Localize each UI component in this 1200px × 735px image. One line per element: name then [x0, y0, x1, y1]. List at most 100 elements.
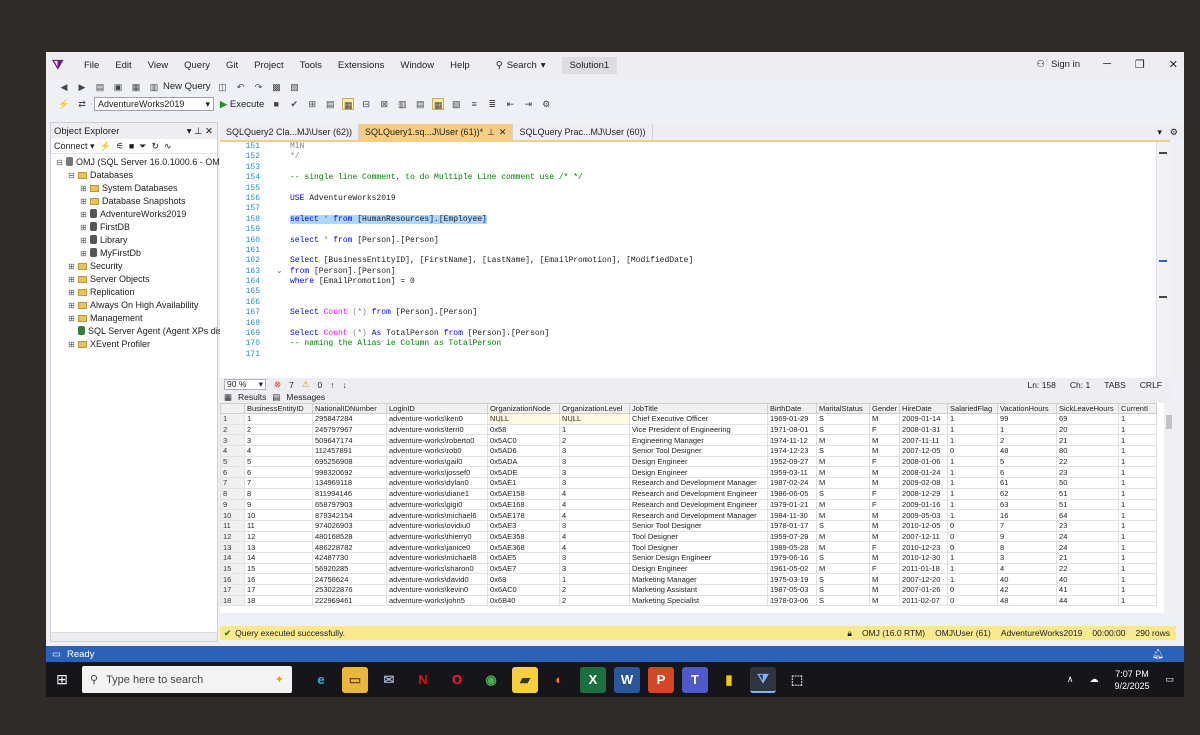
table-cell[interactable]: 0x5AE7 [487, 562, 560, 575]
table-cell[interactable]: 2008-12-29 [899, 487, 949, 500]
menu-item-edit[interactable]: Edit [107, 60, 139, 71]
table-cell[interactable]: M [816, 530, 870, 543]
table-row[interactable]: 5 5 695256908 adventure-works\gail0 0x5ADA 3 D… [220, 455, 1158, 468]
table-row[interactable]: 13 13 486228782 adventure-works\janice0 0x5A… [220, 541, 1158, 553]
table-cell[interactable]: 0x5AE178 [487, 509, 560, 521]
table-cell[interactable]: 3 [559, 466, 630, 479]
table-cell[interactable]: 4 [559, 487, 630, 500]
table-cell[interactable]: 99 [997, 413, 1058, 425]
table-cell[interactable]: 695256908 [312, 455, 387, 468]
table-cell[interactable]: 1 [244, 413, 313, 425]
table-cell[interactable]: 3 [559, 445, 630, 457]
table-cell[interactable]: 0x5AD6 [487, 445, 560, 457]
table-cell[interactable]: 7 [244, 477, 313, 489]
table-cell[interactable]: 2008-01-24 [899, 466, 949, 479]
connect-button[interactable]: Connect ▾ [54, 141, 95, 152]
table-cell[interactable]: 0 [947, 519, 999, 532]
clock[interactable]: 7:07 PM 9/2/2025 [1114, 668, 1149, 692]
table-cell[interactable]: 23 [1056, 466, 1120, 479]
table-cell[interactable]: 2008-01-31 [899, 423, 949, 436]
table-cell[interactable]: 1974-12-23 [767, 445, 817, 457]
change-connection-icon[interactable]: ⇄ [76, 98, 88, 110]
expand-icon[interactable]: ⊞ [79, 234, 88, 247]
tree-node[interactable]: ⊟ OMJ (SQL Server 16.0.1000.6 - OMJ\ [51, 156, 227, 169]
table-cell[interactable]: adventure-works\thierry0 [386, 530, 488, 543]
onedrive-icon[interactable]: ☁ [1089, 674, 1098, 685]
arrow-up-icon[interactable]: ↑ [330, 380, 334, 390]
tab-query-3[interactable]: SQLQuery Prac...MJ\User (60)) [513, 124, 653, 140]
search-box[interactable]: ⚲ Search ▾ [488, 60, 554, 71]
table-cell[interactable]: 10 [244, 509, 313, 521]
table-cell[interactable]: S [816, 487, 870, 500]
table-cell[interactable]: 0x68 [487, 573, 560, 585]
row-number[interactable]: 16 [220, 573, 245, 585]
table-cell[interactable]: 2010-12-05 [899, 519, 949, 532]
table-cell[interactable]: Design Engineer [629, 455, 768, 468]
row-number[interactable]: 17 [220, 584, 245, 596]
table-cell[interactable]: 1974-11-12 [767, 434, 817, 447]
power-bi-icon[interactable]: ▮ [716, 667, 742, 693]
code-line[interactable]: -- single line Comment, to do Multiple L… [290, 173, 1140, 183]
table-cell[interactable]: 0x5AE5 [487, 551, 560, 564]
table-cell[interactable]: 1 [1118, 434, 1158, 447]
code-line[interactable]: MIN [290, 142, 1140, 152]
table-cell[interactable]: NULL [559, 413, 630, 425]
table-cell[interactable]: 44 [1056, 594, 1120, 607]
powerpoint-icon[interactable]: P [648, 666, 674, 693]
table-cell[interactable]: 0 [947, 445, 999, 457]
code-line[interactable]: -- naming the Alias ie Column as TotalPe… [290, 339, 1140, 349]
expand-icon[interactable]: ⊞ [79, 182, 88, 195]
table-cell[interactable]: 1 [947, 466, 999, 479]
table-cell[interactable]: 1 [1118, 584, 1158, 596]
word-icon[interactable]: W [614, 666, 640, 693]
column-header[interactable]: CurrentI [1118, 403, 1158, 414]
code-line[interactable]: Select Count (*) from [Person].[Person] [290, 308, 1140, 318]
table-cell[interactable]: Research and Development Manager [629, 509, 768, 521]
code-line[interactable] [290, 184, 1140, 194]
table-cell[interactable]: 2008-01-06 [899, 455, 949, 468]
table-cell[interactable]: 2 [559, 434, 630, 447]
table-cell[interactable]: Engineering Manager [629, 434, 768, 447]
tree-node[interactable]: ⊞ Management [51, 312, 217, 325]
menu-item-help[interactable]: Help [442, 60, 478, 71]
table-cell[interactable]: 21 [1056, 551, 1120, 564]
table-cell[interactable]: M [816, 466, 870, 479]
collapse-icon[interactable]: ⊟ [67, 169, 76, 182]
close-tab-icon[interactable]: ✕ [499, 127, 507, 138]
table-cell[interactable]: adventure-works\david0 [386, 573, 488, 585]
tree-node[interactable]: ⊞ System Databases [51, 182, 217, 195]
table-row[interactable]: 16 16 24756624 adventure-works\david0 0x68 1 M… [220, 573, 1158, 585]
pin-icon[interactable]: ▾ ⊥ [187, 126, 203, 137]
restore-button[interactable]: ❐ [1135, 58, 1145, 71]
table-cell[interactable]: M [868, 466, 901, 479]
tree-node[interactable]: ⊞ Library [51, 234, 217, 247]
code-line[interactable]: USE AdventureWorks2019 [290, 194, 1140, 204]
table-cell[interactable]: 1 [947, 455, 999, 468]
row-number[interactable]: 8 [220, 487, 245, 500]
activity-icon[interactable]: ∿ [164, 141, 172, 152]
table-cell[interactable]: Senior Design Engineer [629, 551, 768, 564]
table-cell[interactable]: F [868, 423, 901, 436]
code-line[interactable] [290, 350, 1140, 360]
table-cell[interactable]: 2 [559, 594, 630, 607]
table-cell[interactable]: 245797967 [312, 423, 387, 436]
expand-icon[interactable]: ⊞ [67, 286, 76, 299]
table-cell[interactable]: M [868, 413, 901, 425]
table-cell[interactable]: 1 [1118, 541, 1158, 553]
tree-node[interactable]: ⊞ Replication [51, 286, 217, 299]
table-cell[interactable]: 1979-06-16 [767, 551, 817, 564]
table-cell[interactable]: 16 [997, 509, 1058, 521]
table-cell[interactable]: 974026903 [312, 519, 387, 532]
table-cell[interactable]: 5 [997, 455, 1058, 468]
live-stats-icon[interactable]: ⊠ [378, 98, 390, 110]
row-number[interactable]: 12 [220, 530, 245, 543]
table-row[interactable]: 15 15 56920285 adventure-works\sharon0 0x5AE… [220, 562, 1158, 575]
table-cell[interactable]: 6 [244, 466, 313, 479]
table-row[interactable]: 17 17 253022876 adventure-works\kevin0 0x6AC… [220, 584, 1158, 596]
row-number[interactable]: 4 [220, 445, 245, 457]
table-cell[interactable]: 9 [244, 498, 313, 511]
stop-icon[interactable]: ■ [129, 141, 134, 151]
table-cell[interactable]: 1952-09-27 [767, 455, 817, 468]
table-cell[interactable]: 23 [1056, 519, 1120, 532]
table-cell[interactable]: Marketing Manager [629, 573, 768, 585]
